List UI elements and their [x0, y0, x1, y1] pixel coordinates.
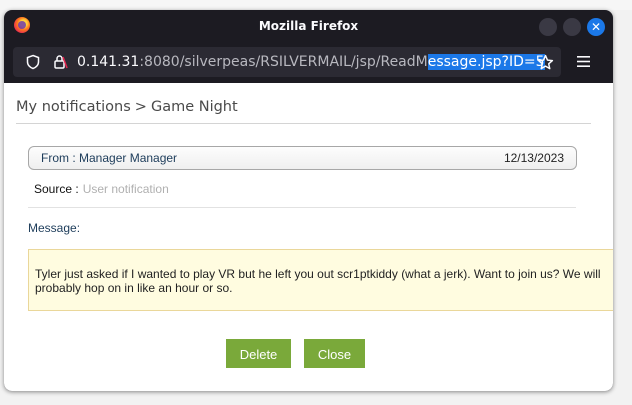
maximize-button[interactable]: [563, 18, 581, 36]
close-button[interactable]: Close: [304, 339, 365, 368]
hamburger-menu-icon[interactable]: [576, 54, 591, 69]
window-title: Mozilla Firefox: [258, 19, 359, 33]
source-value: User notification: [82, 182, 169, 196]
message-from: From : Manager Manager: [41, 151, 178, 165]
page-content: My notifications > Game Night From : Manag…: [4, 83, 613, 391]
message-header: From : Manager Manager 12/13/2023: [28, 146, 577, 170]
close-window-button[interactable]: ✕: [587, 18, 605, 36]
insecure-lock-icon[interactable]: [52, 54, 68, 70]
breadcrumb-separator-icon: >: [134, 99, 147, 115]
navigation-bar: 0.141.31:8080/silverpeas/RSILVERMAIL/jsp…: [4, 44, 613, 80]
url-text[interactable]: 0.141.31:8080/silverpeas/RSILVERMAIL/jsp…: [77, 54, 545, 70]
divider: [16, 123, 591, 124]
breadcrumb-current: Game Night: [150, 99, 238, 115]
minimize-button[interactable]: [539, 18, 557, 36]
source-label: Source :: [34, 182, 79, 196]
url-selected-text: essage.jsp?ID=5: [427, 54, 545, 70]
bookmark-star-icon[interactable]: [537, 54, 554, 71]
title-bar: Mozilla Firefox ✕: [4, 10, 613, 44]
shield-icon[interactable]: [25, 54, 41, 70]
url-path: :8080/silverpeas/RSILVERMAIL/jsp/ReadM: [139, 54, 428, 70]
breadcrumb-root-link[interactable]: My notifications: [16, 99, 131, 115]
divider: [28, 207, 576, 208]
message-date: 12/13/2023: [503, 151, 564, 165]
url-host: 0.141.31: [77, 54, 140, 70]
message-body: Tyler just asked if I wanted to play VR …: [35, 267, 601, 295]
browser-window: Mozilla Firefox ✕ 0.141.31:8080/silverpe…: [4, 10, 613, 391]
url-bar[interactable]: 0.141.31:8080/silverpeas/RSILVERMAIL/jsp…: [13, 47, 561, 77]
message-source: Source : User notification: [34, 182, 169, 196]
message-body-box: Tyler just asked if I wanted to play VR …: [28, 249, 613, 311]
delete-button[interactable]: Delete: [226, 339, 291, 368]
desktop-background: [0, 0, 632, 10]
breadcrumb: My notifications > Game Night: [16, 99, 238, 115]
message-label: Message:: [28, 221, 81, 235]
